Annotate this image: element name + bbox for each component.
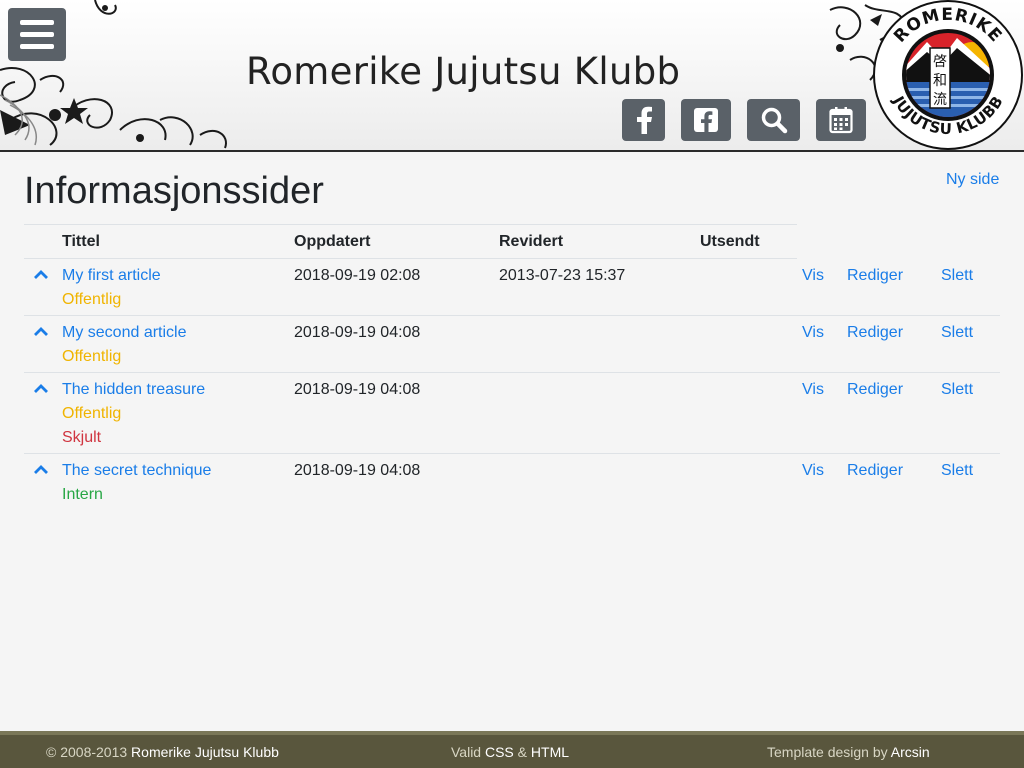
status-badge-intern: Intern — [62, 486, 103, 503]
table-row: My second article Offentlig 2018-09-19 0… — [24, 316, 1000, 373]
table-row: The secret technique Intern 2018-09-19 0… — [24, 454, 1000, 510]
status-badge-public: Offentlig — [62, 291, 122, 308]
hamburger-icon-bar — [20, 20, 54, 25]
new-page-link[interactable]: Ny side — [946, 171, 999, 189]
revised-date: 2013-07-23 15:37 — [499, 267, 626, 284]
status-badge-hidden: Skjult — [62, 429, 102, 446]
footer-club-link[interactable]: Romerike Jujutsu Klubb — [131, 744, 279, 760]
view-link[interactable]: Vis — [802, 267, 824, 285]
column-header-updated: Oppdatert — [294, 233, 371, 250]
valid-amp: & — [517, 744, 528, 760]
article-title-link[interactable]: The hidden treasure — [62, 381, 205, 399]
updated-date: 2018-09-19 04:08 — [294, 381, 421, 398]
edit-link[interactable]: Rediger — [847, 324, 903, 342]
view-link[interactable]: Vis — [802, 462, 824, 480]
search-button[interactable] — [747, 99, 800, 141]
footer-design-credit: Template design by Arcsin — [767, 744, 930, 760]
valid-prefix: Valid — [451, 744, 482, 760]
article-title-link[interactable]: My first article — [62, 267, 161, 285]
chevron-up-icon[interactable] — [33, 382, 49, 394]
chevron-up-icon[interactable] — [33, 325, 49, 337]
site-header: Romerike Jujutsu Klubb 啓 和 流 ROMERIKE JU… — [0, 0, 1024, 152]
calendar-button[interactable] — [816, 99, 866, 141]
view-link[interactable]: Vis — [802, 324, 824, 342]
delete-link[interactable]: Slett — [941, 324, 973, 342]
updated-date: 2018-09-19 02:08 — [294, 267, 421, 284]
designer-link[interactable]: Arcsin — [891, 744, 930, 760]
table-row: The hidden treasure Offentlig Skjult 201… — [24, 373, 1000, 454]
club-logo[interactable]: 啓 和 流 ROMERIKE JUJUTSU KLUBB — [872, 0, 1024, 150]
chevron-up-icon[interactable] — [33, 268, 49, 280]
hamburger-icon-bar — [20, 32, 54, 37]
article-title-link[interactable]: The secret technique — [62, 462, 211, 480]
pages-table: Tittel Oppdatert Revidert Utsendt My fir… — [24, 224, 1000, 510]
table-row: My first article Offentlig 2018-09-19 02… — [24, 259, 1000, 316]
footer-copyright: © 2008-2013 Romerike Jujutsu Klubb — [46, 744, 279, 760]
updated-date: 2018-09-19 04:08 — [294, 462, 421, 479]
page-title: Informasjonssider — [24, 170, 324, 212]
menu-toggle-button[interactable] — [8, 8, 66, 61]
logo-kanji-2: 和 — [933, 73, 947, 89]
delete-link[interactable]: Slett — [941, 267, 973, 285]
site-footer: © 2008-2013 Romerike Jujutsu Klubb Valid… — [0, 731, 1024, 768]
chevron-up-icon[interactable] — [33, 463, 49, 475]
updated-date: 2018-09-19 04:08 — [294, 324, 421, 341]
table-header: Tittel Oppdatert Revidert Utsendt — [24, 224, 797, 259]
edit-link[interactable]: Rediger — [847, 267, 903, 285]
status-badge-public: Offentlig — [62, 348, 122, 365]
article-title-link[interactable]: My second article — [62, 324, 187, 342]
status-badge-public: Offentlig — [62, 405, 122, 422]
view-link[interactable]: Vis — [802, 381, 824, 399]
valid-css-link[interactable]: CSS — [485, 744, 514, 760]
site-title[interactable]: Romerike Jujutsu Klubb — [246, 50, 680, 93]
column-header-title: Tittel — [62, 233, 100, 250]
column-header-revised: Revidert — [499, 233, 564, 250]
hamburger-icon-bar — [20, 44, 54, 49]
edit-link[interactable]: Rediger — [847, 381, 903, 399]
logo-kanji-3: 流 — [933, 92, 947, 108]
edit-link[interactable]: Rediger — [847, 462, 903, 480]
footer-validity: Valid CSS & HTML — [451, 744, 569, 760]
facebook-page-button[interactable] — [681, 99, 731, 141]
delete-link[interactable]: Slett — [941, 381, 973, 399]
calendar-icon — [829, 107, 853, 134]
search-icon — [761, 107, 787, 134]
valid-html-link[interactable]: HTML — [531, 744, 569, 760]
delete-link[interactable]: Slett — [941, 462, 973, 480]
facebook-icon — [636, 106, 652, 134]
logo-kanji-1: 啓 — [933, 54, 947, 70]
facebook-button[interactable] — [622, 99, 665, 141]
facebook-square-icon — [694, 108, 718, 132]
design-prefix: Template design by — [767, 744, 888, 760]
column-header-sent: Utsendt — [700, 233, 760, 250]
copyright-prefix: © 2008-2013 — [46, 744, 128, 760]
